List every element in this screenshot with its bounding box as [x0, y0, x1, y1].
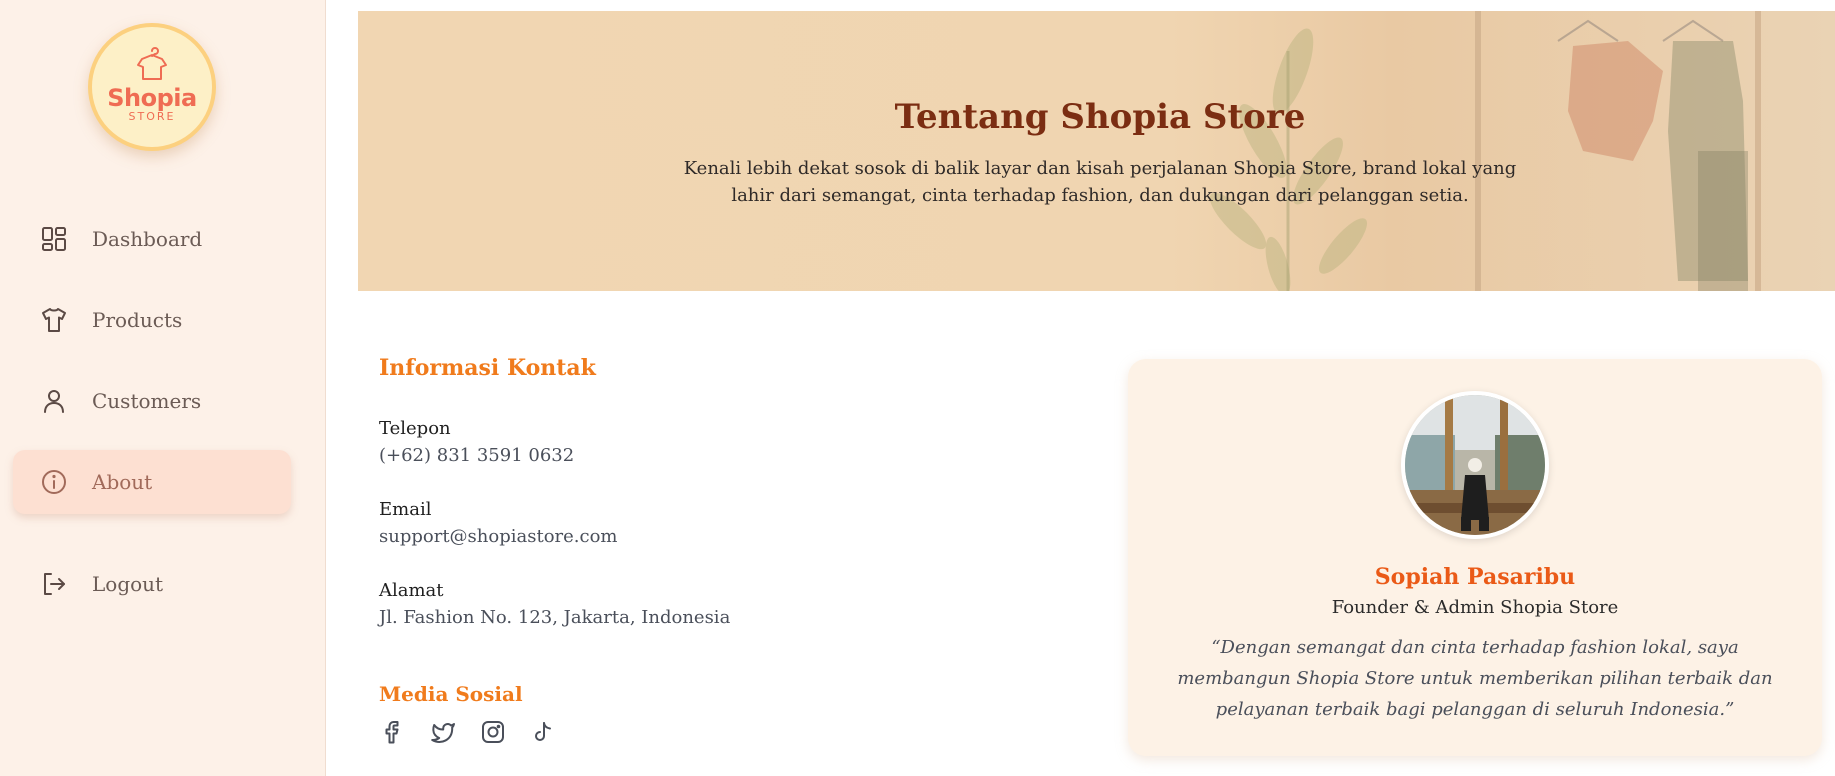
brand-logo[interactable]: Shopia STORE — [88, 23, 216, 151]
contact-info-section: Informasi Kontak Telepon (+62) 831 3591 … — [379, 355, 1079, 628]
twitter-icon[interactable] — [429, 718, 457, 746]
dashboard-grid-icon — [40, 225, 68, 253]
page-subtitle: Kenali lebih dekat sosok di balik layar … — [683, 158, 1517, 206]
sidebar-item-dashboard[interactable]: Dashboard — [13, 207, 291, 271]
email-label: Email — [379, 499, 432, 520]
sidebar: Shopia STORE Dashboard Products Customer… — [0, 0, 326, 776]
founder-quote: “Dengan semangat dan cinta terhadap fash… — [1177, 637, 1773, 720]
address-label: Alamat — [379, 580, 444, 601]
sidebar-item-products[interactable]: Products — [13, 288, 291, 352]
contact-section-title: Informasi Kontak — [379, 355, 596, 381]
sidebar-item-logout[interactable]: Logout — [13, 552, 291, 616]
brand-sub: STORE — [128, 110, 176, 123]
logout-icon — [40, 570, 68, 598]
founder-avatar — [1401, 391, 1549, 539]
instagram-icon[interactable] — [479, 718, 507, 746]
page-title: Tentang Shopia Store — [894, 97, 1306, 137]
sidebar-item-label: Customers — [92, 389, 202, 413]
sidebar-item-customers[interactable]: Customers — [13, 369, 291, 433]
founder-photo — [1405, 395, 1545, 535]
sidebar-item-label: Products — [92, 308, 183, 332]
hero-banner: Tentang Shopia Store Kenali lebih dekat … — [358, 11, 1835, 291]
info-icon — [40, 468, 68, 496]
brand-name: Shopia — [107, 84, 197, 112]
founder-card: Sopiah Pasaribu Founder & Admin Shopia S… — [1128, 359, 1822, 756]
tshirt-icon — [40, 306, 68, 334]
user-icon — [40, 387, 68, 415]
founder-role: Founder & Admin Shopia Store — [1331, 597, 1619, 618]
address-value: Jl. Fashion No. 123, Jakarta, Indonesia — [379, 607, 731, 628]
app-root: Shopia STORE Dashboard Products Customer… — [0, 0, 1835, 776]
sidebar-item-label: Logout — [92, 572, 164, 596]
facebook-icon[interactable] — [379, 718, 407, 746]
phone-field: Telepon (+62) 831 3591 0632 — [379, 418, 574, 466]
tiktok-icon[interactable] — [529, 718, 557, 746]
hanger-shirt-icon — [137, 47, 167, 80]
phone-label: Telepon — [379, 418, 451, 439]
social-section-title: Media Sosial — [379, 682, 523, 706]
email-field: Email support@shopiastore.com — [379, 499, 618, 547]
phone-value: (+62) 831 3591 0632 — [379, 445, 575, 466]
address-field: Alamat Jl. Fashion No. 123, Jakarta, Ind… — [379, 580, 730, 628]
social-links — [379, 718, 557, 746]
sidebar-item-about[interactable]: About — [13, 450, 291, 514]
sidebar-item-label: Dashboard — [92, 227, 203, 251]
sidebar-item-label: About — [92, 470, 153, 494]
founder-name: Sopiah Pasaribu — [1374, 564, 1576, 590]
hero-background-image — [1209, 11, 1761, 291]
email-value[interactable]: support@shopiastore.com — [379, 526, 618, 547]
